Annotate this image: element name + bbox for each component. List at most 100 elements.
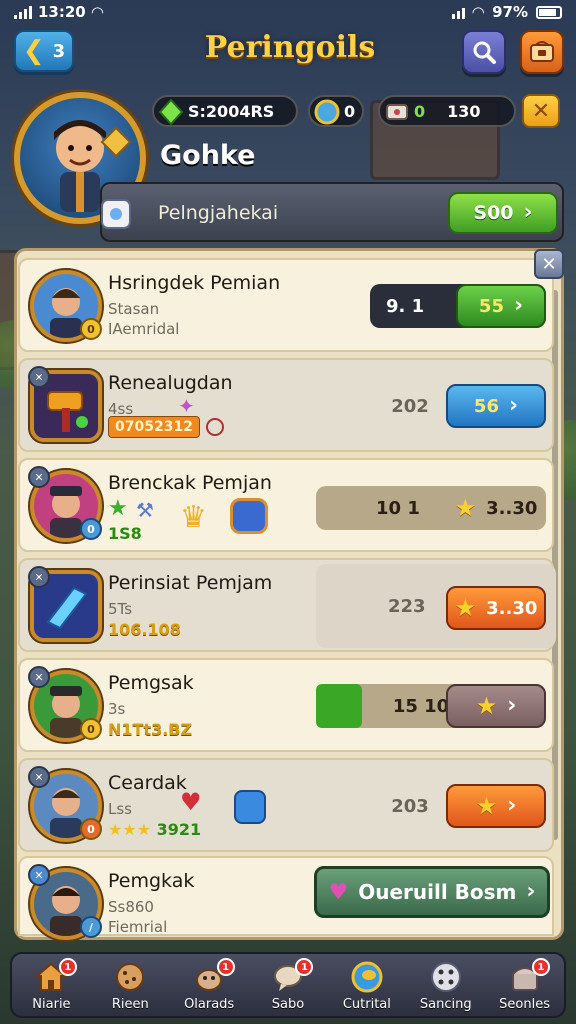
profile-bar-label: Pelngjahekai [158, 202, 279, 224]
upgrade-button-label: 56 [473, 395, 499, 417]
chevron-right-icon: › [526, 879, 536, 904]
shield-icon [234, 790, 266, 824]
cancel-icon [206, 418, 224, 436]
progress-fill [316, 684, 362, 728]
level-badge: 0 [80, 818, 102, 840]
gem-icon [158, 99, 184, 125]
item-tag: 07052312 [108, 416, 200, 438]
progress-value: 15 10 [392, 695, 450, 717]
star-button[interactable]: ★ › [446, 784, 546, 828]
upgrade-button[interactable]: 56 › [446, 384, 546, 428]
rank-badge: ✕ [28, 766, 50, 788]
player-score: 203 [391, 795, 429, 817]
currency-close-button[interactable]: ✕ [522, 94, 560, 128]
play-button[interactable]: 55 › [456, 284, 546, 328]
nav-label: Niarie [32, 997, 71, 1012]
rank-badge: ✕ [28, 566, 50, 588]
profile-action-label: S00 [473, 202, 514, 224]
coins-counter[interactable]: 0 [308, 95, 364, 127]
notification-badge: 1 [58, 958, 77, 976]
item-gold: 106.108 [108, 620, 181, 639]
nav-item-sancing[interactable]: Sancing [406, 954, 485, 1016]
cookie-icon [113, 960, 147, 994]
search-icon [473, 41, 496, 64]
nav-item-olarads[interactable]: Olarads 1 [170, 954, 249, 1016]
player-name: Gohke [160, 140, 256, 171]
player-subtitle: Ss860 [108, 898, 154, 916]
nav-item-rieen[interactable]: Rieen [91, 954, 170, 1016]
level-badge: / [80, 916, 102, 938]
battery-percent: 97% [492, 3, 528, 21]
star-icon: ★ [475, 692, 498, 720]
wifi-icon: ◠ [472, 3, 485, 21]
star-icon: ✦ [178, 394, 195, 418]
open-all-button[interactable]: ♥ Oueruill Bosm › [314, 866, 550, 918]
notification-badge: 1 [295, 958, 314, 976]
back-count: 3 [52, 40, 66, 62]
star-icon: ★ [475, 792, 498, 820]
player-name: Pemgkak [108, 870, 195, 892]
nav-item-cutrital[interactable]: Cutrital [327, 954, 406, 1016]
player-name: Pemgsak [108, 672, 194, 694]
item-value-text: 223 [388, 595, 426, 617]
panel-close-button[interactable]: ✕ [534, 249, 564, 279]
reward-button[interactable]: ★ 3..30 [446, 486, 546, 530]
bottom-nav: Niarie 1 Rieen Olarads 1 Sabo 1 Cutrital Sancing… [10, 952, 566, 1018]
player-stat: 1S8 [108, 524, 142, 543]
rank-badge: ✕ [28, 366, 50, 388]
star-icon: ★ [454, 494, 477, 522]
heart-icon: ♥ [180, 788, 202, 816]
nav-label: Seonles [499, 997, 550, 1012]
nav-label: Rieen [111, 997, 149, 1012]
nav-item-niarie[interactable]: Niarie 1 [12, 954, 91, 1016]
buy-button[interactable]: ★ 3..30 [446, 586, 546, 630]
player-stars: ★★★ 3921 [108, 820, 202, 839]
play-button-label: 55 [478, 295, 504, 317]
chevron-right-icon: › [507, 693, 517, 718]
list-item[interactable]: ✕ 0 Ceardak Lss ★★★ 3921 ♥ 203 ★ › [18, 758, 554, 852]
list-item[interactable]: ✕ 0 Brenckak Pemjan ★ ⚒ 1S8 ♛ 10 1 ★ 3..… [18, 458, 554, 552]
level-badge: 0 [80, 518, 102, 540]
search-button[interactable] [462, 30, 506, 74]
player-role: IAemridal [108, 320, 180, 338]
list-item[interactable]: ✕ / Pemgkak Ss860 Fiemrial ♥ Oueruill Bo… [18, 856, 554, 940]
rank-badge: ✕ [28, 666, 50, 688]
player-subtitle: Lss [108, 800, 132, 818]
list-item[interactable]: ✕ Renealugdan 4ss ✦ 07052312 202 56 › [18, 358, 554, 452]
chevron-right-icon: › [508, 393, 519, 418]
signal-icon [451, 5, 465, 19]
gems-value: S:2004RS [188, 101, 275, 121]
player-stars-value: 3921 [156, 820, 202, 839]
back-button[interactable]: ❮ 3 [14, 30, 74, 72]
nav-item-seonles[interactable]: Seonles 1 [485, 954, 564, 1016]
item-subtitle: 5Ts [108, 600, 133, 618]
tickets-counter[interactable]: 0 130 [378, 95, 516, 127]
profile-action-button[interactable]: S00 › [448, 192, 558, 234]
shop-icon [530, 41, 554, 62]
player-subtitle: 3s [108, 700, 126, 718]
nav-item-sabo[interactable]: Sabo 1 [249, 954, 328, 1016]
coin-icon [314, 99, 340, 125]
signal-icon [14, 5, 32, 19]
ticket-icon [386, 104, 408, 120]
star-button[interactable]: ★ › [446, 684, 546, 728]
dice-icon [429, 960, 463, 994]
chevron-right-icon: › [513, 293, 524, 318]
list-item[interactable]: ✕ 0 Pemgsak 3s N1Tt3.BZ 15 10 ★ › [18, 658, 554, 752]
item-value: 202 [391, 395, 429, 417]
score-value: 9. 1 [386, 295, 425, 317]
list-item[interactable]: 0 Hsringdek Pemian Stasan IAemridal 9. 1… [18, 258, 554, 352]
status-time: 13:20 [38, 3, 86, 21]
list-item[interactable]: ✕ Perinsiat Pemjam 5Ts 106.108 223 ★ 3..… [18, 558, 556, 652]
gems-counter[interactable]: S:2004RS [152, 95, 298, 127]
coins-value: 0 [344, 101, 356, 121]
chevron-right-icon: › [507, 793, 517, 818]
shop-button[interactable] [520, 30, 564, 74]
wallet-icon [350, 960, 384, 994]
item-name: Perinsiat Pemjam [108, 572, 273, 594]
level-badge: 0 [80, 318, 102, 340]
nav-label: Sabo [271, 997, 305, 1012]
chevron-left-icon: ❮ [22, 36, 45, 66]
reward-button-label: 3..30 [486, 497, 538, 519]
nav-label: Sancing [419, 997, 472, 1012]
